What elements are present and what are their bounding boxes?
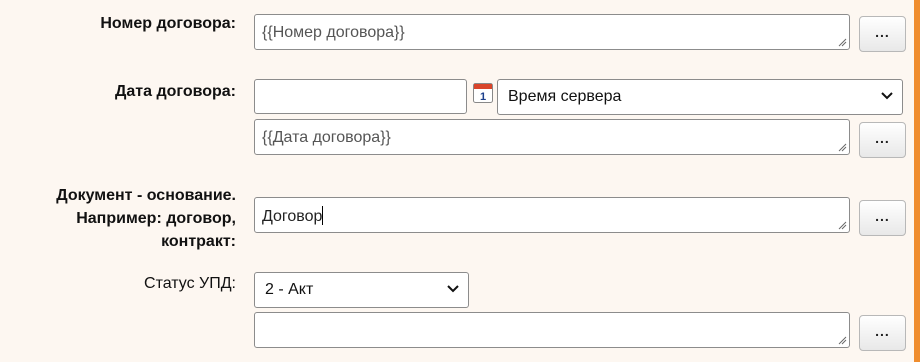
svg-text:1: 1 [480, 91, 486, 103]
form-panel: Номер договора: {{Номер договора}} ... Д… [0, 0, 914, 362]
contract-number-field[interactable]: {{Номер договора}} [254, 14, 850, 50]
chevron-down-icon [447, 285, 459, 293]
form-page: Номер договора: {{Номер договора}} ... Д… [0, 0, 920, 362]
timezone-select-value: Время сервера [508, 88, 622, 105]
upd-status-select-value: 2 - Акт [265, 281, 314, 298]
resize-grip-icon[interactable] [837, 142, 847, 152]
basis-document-picker-button[interactable]: ... [859, 200, 906, 236]
contract-date-label: Дата договора: [114, 83, 236, 100]
text-caret [322, 206, 324, 225]
contract-number-label: Номер договора: [100, 15, 236, 32]
basis-document-label-line2: Например: договор, [76, 210, 236, 227]
upd-status-select[interactable]: 2 - Акт [254, 272, 469, 308]
basis-document-field[interactable]: Договор [254, 197, 850, 233]
basis-document-value: Договор [262, 208, 323, 225]
contract-date-field[interactable]: {{Дата договора}} [254, 119, 850, 155]
accent-border [914, 0, 920, 362]
chevron-down-icon [881, 92, 893, 100]
contract-number-picker-button[interactable]: ... [859, 16, 906, 52]
calendar-icon[interactable]: 1 [473, 83, 493, 103]
contract-date-input[interactable] [254, 79, 467, 114]
resize-grip-icon[interactable] [837, 335, 847, 345]
resize-grip-icon[interactable] [837, 37, 847, 47]
upd-status-field[interactable] [254, 312, 850, 348]
upd-status-label: Статус УПД: [144, 275, 236, 292]
contract-date-value: {{Дата договора}} [262, 129, 391, 146]
resize-grip-icon[interactable] [837, 220, 847, 230]
contract-date-picker-button[interactable]: ... [859, 122, 906, 158]
basis-document-label-line3: контракт: [161, 233, 236, 250]
contract-number-value: {{Номер договора}} [262, 24, 405, 41]
basis-document-label-line1: Документ - основание. [56, 187, 236, 204]
upd-status-picker-button[interactable]: ... [859, 315, 906, 351]
timezone-select[interactable]: Время сервера [497, 79, 903, 115]
